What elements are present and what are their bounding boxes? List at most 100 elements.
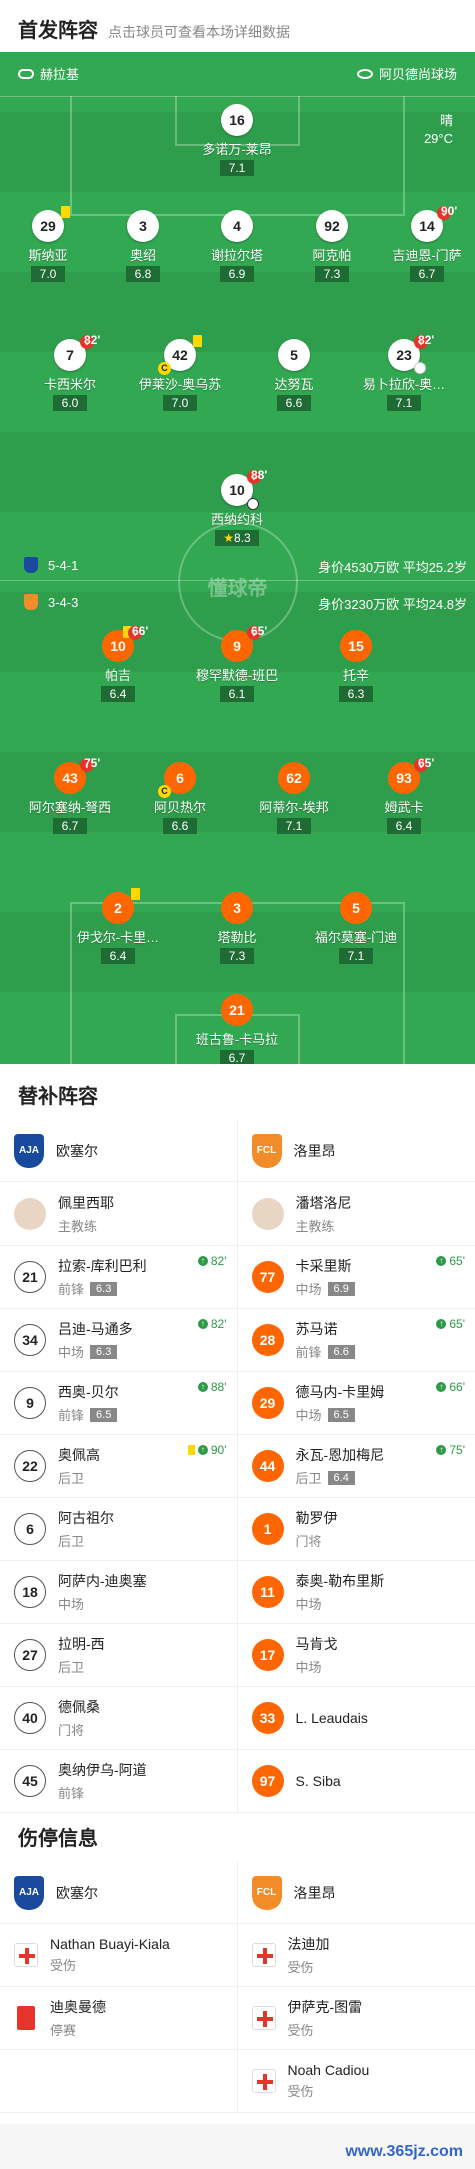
injury-item[interactable]: 伊萨克-图雷 受伤 xyxy=(238,1987,475,2049)
lorient-badge-icon: FCL xyxy=(251,1133,282,1168)
player-away-21[interactable]: 21 班古鲁-卡马拉 6.7 xyxy=(182,994,292,1064)
player-rating: 6.4 xyxy=(327,1470,355,1485)
bench-player-18[interactable]: 18 阿萨内-迪奥塞 中场 xyxy=(0,1561,238,1623)
player-name: 拉索-库利巴利 xyxy=(58,1258,147,1274)
player-home-10[interactable]: 10 ↓ 88' 西纳约科 ★8.3 xyxy=(182,468,292,547)
bench-player-17[interactable]: 17 马肯戈 中场 xyxy=(238,1624,475,1686)
player-away-10[interactable]: 10 ↓ 66' 帕吉 6.4 xyxy=(63,624,173,703)
sub-in-icon: ↑ xyxy=(436,1382,447,1392)
player-away-5[interactable]: 5 福尔莫塞-门迪 7.1 xyxy=(301,892,411,965)
player-home-92[interactable]: 92 阿克帕 7.3 xyxy=(277,210,387,283)
player-home-14[interactable]: 14 ↓ 90' 吉迪恩-门萨 6.7 xyxy=(372,204,475,283)
bench-player-97[interactable]: 97 S. Siba xyxy=(238,1750,475,1812)
bench-player-40[interactable]: 40 德佩桑门将 xyxy=(0,1687,238,1749)
jersey-number: 77 xyxy=(251,1261,284,1293)
injury-item[interactable]: Noah Cadiou 受伤 xyxy=(238,2050,475,2112)
player-position: 门将 xyxy=(58,1723,85,1738)
jersey-number: 21 xyxy=(14,1261,46,1293)
injury-item[interactable]: Nathan Buayi-Kiala 受伤 xyxy=(0,1924,238,1986)
player-away-62[interactable]: 62 阿蒂尔-埃邦 7.1 xyxy=(239,762,349,835)
bench-player-11[interactable]: 11 泰奥-勒布里斯 中场 xyxy=(238,1561,475,1623)
injury-item[interactable]: 法迪加 受伤 xyxy=(238,1924,475,1986)
bench-player-22[interactable]: 22 奥佩高 后卫 ↑ 90' xyxy=(0,1435,238,1497)
injury-section: 伤停信息 AJA 欧塞尔 FCL 洛里昂 Nathan Buayi-Kiala 受伤法… xyxy=(0,1806,475,2113)
injury-home-team[interactable]: AJA 欧塞尔 xyxy=(0,1862,238,1923)
jersey-number: 33 xyxy=(251,1702,284,1734)
bench-player-28[interactable]: 28 苏马诺 前锋 6.6 ↑ 65' xyxy=(238,1309,475,1371)
player-name: 奥佩高 xyxy=(58,1447,100,1463)
player-name: 德佩桑 xyxy=(58,1699,100,1715)
away-value: 身价3230万欧 平均24.8岁 xyxy=(318,597,467,612)
yellow-card-icon xyxy=(187,1445,195,1455)
sub-minute: 65' xyxy=(449,1254,465,1268)
temperature-text: 29°C xyxy=(423,131,453,146)
captain-icon: C xyxy=(158,785,171,798)
sub-minute: 75' xyxy=(449,1443,465,1457)
jersey-number: 40 xyxy=(14,1702,46,1734)
player-position: 中场 xyxy=(295,1282,322,1297)
bench-player-29[interactable]: 29 德马内-卡里姆 中场 6.5 ↑ 66' xyxy=(238,1372,475,1434)
jersey-number: 1 xyxy=(251,1513,284,1545)
player-away-3[interactable]: 3 塔勒比 7.3 xyxy=(182,892,292,965)
lineup-header: 首发阵容 点击球员可查看本场详细数据 xyxy=(0,0,475,52)
player-position: 后卫 xyxy=(58,1660,85,1675)
bench-player-33[interactable]: 33 L. Leaudais xyxy=(238,1687,475,1749)
player-away-6[interactable]: 6 C 阿贝热尔 6.6 xyxy=(125,762,235,835)
bench-player-6[interactable]: 6 阿古祖尔 后卫 xyxy=(0,1498,238,1560)
player-away-43[interactable]: 43 ↓ 75' 阿尔塞纳-弩西 6.7 xyxy=(15,756,125,835)
player-position: 后卫 xyxy=(58,1534,85,1549)
player-position: 后卫 xyxy=(295,1471,322,1486)
injury-status: 停赛 xyxy=(50,2023,77,2038)
sub-minute: 88' xyxy=(210,1380,227,1394)
yellow-card-icon xyxy=(193,335,202,347)
player-away-15[interactable]: 15 托辛 6.3 xyxy=(301,630,411,703)
bench-player-45[interactable]: 45 奥纳伊乌-阿道 前锋 xyxy=(0,1750,238,1812)
goal-icon xyxy=(414,362,426,374)
player-home-16[interactable]: 16 多诺万-莱昂 7.1 xyxy=(182,104,292,177)
bench-home-team[interactable]: AJA 欧塞尔 xyxy=(0,1120,238,1181)
player-position: 中场 xyxy=(58,1345,85,1360)
pitch: 赫拉基 阿贝德尚球场 晴 29°C 懂球帝 5-4-1 身价4530万欧 平均2… xyxy=(0,52,475,1064)
player-away-9[interactable]: 9 ↓ 65' 穆罕默德-班巴 6.1 xyxy=(182,624,292,703)
whistle-icon xyxy=(18,68,34,79)
bench-player-34[interactable]: 34 吕迪-马通多 中场 6.3 ↑ 82' xyxy=(0,1309,238,1371)
coach-avatar xyxy=(14,1197,46,1230)
sub-minute: 82' xyxy=(210,1317,227,1331)
bench-player-44[interactable]: 44 永瓦-恩加梅尼 后卫 6.4 ↑ 75' xyxy=(238,1435,475,1497)
player-name: Nathan Buayi-Kiala xyxy=(50,1936,170,1952)
bench-player-1[interactable]: 1 勒罗伊 门将 xyxy=(238,1498,475,1560)
bench-player-9[interactable]: 9 西奥-贝尔 前锋 6.5 ↑ 88' xyxy=(0,1372,238,1434)
injury-away-team[interactable]: FCL 洛里昂 xyxy=(238,1862,475,1923)
player-away-93[interactable]: 93 ↓ 65' 姆武卡 6.4 xyxy=(349,756,459,835)
ball-icon xyxy=(247,498,259,510)
lorient-badge-icon xyxy=(24,594,38,610)
injury-icon xyxy=(251,1943,276,1967)
empty-cell xyxy=(0,2050,238,2112)
player-home-7[interactable]: 7 ↓ 82' 卡西米尔 6.0 xyxy=(15,333,125,412)
bench-player-27[interactable]: 27 拉明-西 后卫 xyxy=(0,1624,238,1686)
player-home-4[interactable]: 4 谢拉尔塔 6.9 xyxy=(182,210,292,283)
jersey-number: 22 xyxy=(14,1450,46,1482)
bench-player-21[interactable]: 21 拉索-库利巴利 前锋 6.3 ↑ 82' xyxy=(0,1246,238,1308)
bench-away-team[interactable]: FCL 洛里昂 xyxy=(238,1120,475,1181)
jersey-number: 6 xyxy=(14,1513,46,1545)
home-coach[interactable]: 佩里西耶 主教练 xyxy=(0,1182,238,1245)
player-rating: 6.3 xyxy=(90,1281,118,1296)
player-rating: 6.5 xyxy=(90,1407,118,1422)
player-home-42[interactable]: 42 C 伊莱沙-奥乌苏 7.0 xyxy=(125,335,235,412)
player-rating: 6.3 xyxy=(90,1344,118,1359)
auxerre-badge-icon: AJA xyxy=(14,1875,44,1910)
bench-player-77[interactable]: 77 卡采里斯 中场 6.9 ↑ 65' xyxy=(238,1246,475,1308)
auxerre-badge-icon: AJA xyxy=(14,1133,44,1168)
injury-icon xyxy=(251,2069,276,2093)
away-coach[interactable]: 潘塔洛尼 主教练 xyxy=(238,1182,475,1245)
injury-item[interactable]: 迪奥曼德 停赛 xyxy=(0,1987,238,2049)
player-rating: 6.9 xyxy=(327,1281,355,1296)
player-name: 卡采里斯 xyxy=(295,1258,352,1274)
player-home-5[interactable]: 5 达努瓦 6.6 xyxy=(239,339,349,412)
player-away-2[interactable]: 2 伊戈尔-卡里… 6.4 xyxy=(63,888,173,965)
lineup-title: 首发阵容 xyxy=(18,20,98,42)
injury-title: 伤停信息 xyxy=(18,1828,98,1850)
player-home-23[interactable]: 23 ↓ 82' 易卜拉欣-奥… 7.1 xyxy=(349,333,459,412)
player-name: 法迪加 xyxy=(287,1936,330,1952)
